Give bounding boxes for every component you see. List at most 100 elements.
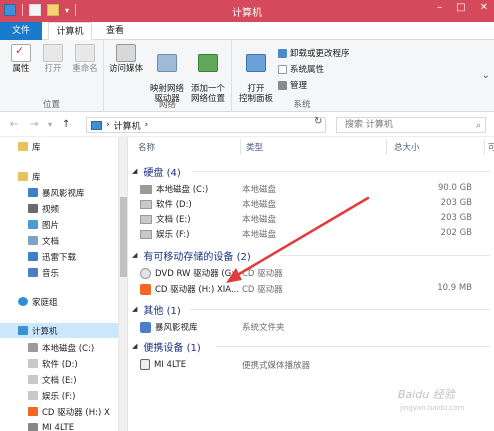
list-item[interactable]: CD 驱动器 (H:) XIA... CD 驱动器 10.9 MB bbox=[140, 282, 490, 295]
item-name: 本地磁盘 (C:) bbox=[156, 185, 209, 195]
nav-item-libraries[interactable]: 库 bbox=[0, 169, 118, 184]
column-header-free[interactable]: 可 bbox=[488, 141, 494, 155]
nav-item-label: 家庭组 bbox=[32, 297, 58, 308]
map-drive-button[interactable]: 映射网络 驱动器 bbox=[148, 44, 186, 104]
nav-item-baofeng[interactable]: 暴风影视库 bbox=[0, 185, 118, 200]
drive-icon bbox=[28, 343, 38, 352]
window-controls: – □ ✕ bbox=[437, 2, 488, 13]
item-type: 本地磁盘 bbox=[242, 230, 277, 240]
list-item[interactable]: 暴风影视库 系统文件夹 bbox=[140, 320, 490, 333]
group-title: 硬盘 (4) bbox=[143, 167, 181, 179]
list-item[interactable]: DVD RW 驱动器 (G:) CD 驱动器 bbox=[140, 266, 490, 279]
forward-button[interactable]: → bbox=[30, 119, 38, 130]
group-label-location: 位置 bbox=[42, 100, 60, 110]
recent-dropdown[interactable]: ▾ bbox=[48, 120, 52, 129]
group-header-portable[interactable]: ◢ 便携设备 (1) bbox=[132, 338, 490, 354]
item-type: 便携式媒体播放器 bbox=[242, 361, 311, 371]
drive-icon bbox=[28, 391, 38, 400]
nav-item-library[interactable]: 库 bbox=[0, 139, 118, 154]
item-type: 系统文件夹 bbox=[242, 323, 285, 333]
search-icon: ⌕ bbox=[475, 121, 481, 131]
breadcrumb-computer[interactable]: 计算机 bbox=[114, 119, 141, 132]
nav-item-label: 本地磁盘 (C:) bbox=[42, 343, 95, 354]
map-drive-icon bbox=[157, 54, 177, 72]
refresh-button[interactable]: ↻ bbox=[314, 116, 322, 127]
system-properties-button[interactable]: 系统属性 bbox=[278, 63, 324, 75]
nav-item-drive-e[interactable]: 文档 (E:) bbox=[0, 372, 118, 387]
column-header-total-size[interactable]: 总大小 bbox=[394, 141, 420, 155]
list-item[interactable]: 本地磁盘 (C:) 本地磁盘 90.0 GB bbox=[140, 182, 490, 195]
collapse-icon: ◢ bbox=[132, 251, 138, 259]
rename-button[interactable]: 重命名 bbox=[70, 44, 100, 74]
window-title: 计算机 bbox=[232, 8, 262, 19]
minimize-button[interactable]: – bbox=[437, 2, 442, 13]
column-divider[interactable] bbox=[240, 139, 241, 155]
nav-item-xunlei[interactable]: 迅雷下载 bbox=[0, 249, 118, 264]
drive-icon bbox=[140, 214, 152, 224]
address-bar-row: ← → ▾ ↑ › 计算机 › ↻ 搜索 计算机 ⌕ bbox=[0, 113, 494, 137]
homegroup-icon bbox=[18, 297, 28, 306]
nav-item-music[interactable]: 音乐 bbox=[0, 265, 118, 280]
breadcrumb-chevron[interactable]: › bbox=[145, 120, 149, 130]
group-header-hdd[interactable]: ◢ 硬盘 (4) bbox=[132, 163, 490, 179]
group-header-removable[interactable]: ◢ 有可移动存储的设备 (2) bbox=[132, 247, 490, 263]
manage-button[interactable]: 管理 bbox=[278, 79, 307, 91]
tab-view[interactable]: 查看 bbox=[98, 22, 132, 40]
nav-item-documents[interactable]: 文档 bbox=[0, 233, 118, 248]
nav-item-label: 图片 bbox=[42, 220, 60, 231]
scrollbar-thumb[interactable] bbox=[120, 197, 127, 277]
nav-item-label: 计算机 bbox=[32, 326, 58, 337]
column-divider[interactable] bbox=[386, 139, 387, 155]
close-button[interactable]: ✕ bbox=[480, 2, 488, 13]
column-header-type[interactable]: 类型 bbox=[246, 141, 263, 155]
nav-item-pictures[interactable]: 图片 bbox=[0, 217, 118, 232]
up-button[interactable]: ↑ bbox=[62, 119, 70, 130]
back-button[interactable]: ← bbox=[10, 119, 18, 130]
access-media-button[interactable]: 访问媒体 bbox=[108, 44, 144, 74]
uninstall-button[interactable]: 卸载或更改程序 bbox=[278, 47, 350, 59]
divider bbox=[216, 346, 490, 347]
search-input[interactable]: 搜索 计算机 ⌕ bbox=[336, 117, 486, 133]
divider bbox=[190, 309, 490, 310]
list-item[interactable]: 文档 (E:) 本地磁盘 203 GB bbox=[140, 212, 490, 225]
address-box[interactable]: › 计算机 › bbox=[86, 117, 326, 133]
nav-pane-scrollbar[interactable] bbox=[118, 137, 128, 431]
column-divider[interactable] bbox=[484, 139, 485, 155]
nav-item-label: 库 bbox=[32, 142, 41, 153]
expand-ribbon-icon[interactable]: ⌄ bbox=[482, 70, 490, 81]
open-control-panel-button[interactable]: 打开 控制面板 bbox=[236, 44, 276, 104]
nav-item-drive-d[interactable]: 软件 (D:) bbox=[0, 356, 118, 371]
list-item[interactable]: 软件 (D:) 本地磁盘 203 GB bbox=[140, 197, 490, 210]
item-name: CD 驱动器 (H:) XIA... bbox=[155, 285, 240, 295]
nav-item-mi4lte[interactable]: MI 4LTE bbox=[0, 420, 118, 431]
properties-button[interactable]: ✓ 属性 bbox=[8, 44, 34, 74]
collapse-icon: ◢ bbox=[132, 305, 138, 313]
nav-item-drive-f[interactable]: 娱乐 (F:) bbox=[0, 388, 118, 403]
add-network-location-button[interactable]: 添加一个 网络位置 bbox=[188, 44, 228, 104]
nav-item-video[interactable]: 视频 bbox=[0, 201, 118, 216]
open-button[interactable]: 打开 bbox=[40, 44, 66, 74]
nav-item-computer[interactable]: 计算机 bbox=[0, 323, 118, 338]
tab-file[interactable]: 文件 bbox=[0, 22, 42, 40]
group-label-system: 系统 bbox=[293, 100, 311, 110]
nav-item-drive-c[interactable]: 本地磁盘 (C:) bbox=[0, 340, 118, 355]
list-item[interactable]: MI 4LTE 便携式媒体播放器 bbox=[140, 358, 490, 371]
column-header-name[interactable]: 名称 bbox=[138, 141, 155, 155]
group-header-other[interactable]: ◢ 其他 (1) bbox=[132, 301, 490, 317]
group-title: 其他 (1) bbox=[143, 305, 181, 317]
phone-icon bbox=[140, 359, 150, 370]
item-type: CD 驱动器 bbox=[242, 285, 283, 295]
nav-item-homegroup[interactable]: 家庭组 bbox=[0, 294, 118, 309]
list-item[interactable]: 娱乐 (F:) 本地磁盘 202 GB bbox=[140, 227, 490, 240]
group-title: 便携设备 (1) bbox=[143, 342, 201, 354]
item-name: 娱乐 (F:) bbox=[156, 230, 190, 240]
properties-label: 属性 bbox=[12, 64, 30, 74]
nav-item-label: MI 4LTE bbox=[42, 422, 75, 431]
tab-computer[interactable]: 计算机 bbox=[48, 22, 92, 40]
maximize-button[interactable]: □ bbox=[456, 2, 465, 13]
breadcrumb-separator: › bbox=[106, 120, 110, 130]
watermark-url: jingyan.baidu.com bbox=[400, 404, 465, 412]
item-type: 本地磁盘 bbox=[242, 215, 277, 225]
drive-icon bbox=[140, 184, 152, 194]
nav-item-drive-h[interactable]: CD 驱动器 (H:) X bbox=[0, 404, 118, 419]
